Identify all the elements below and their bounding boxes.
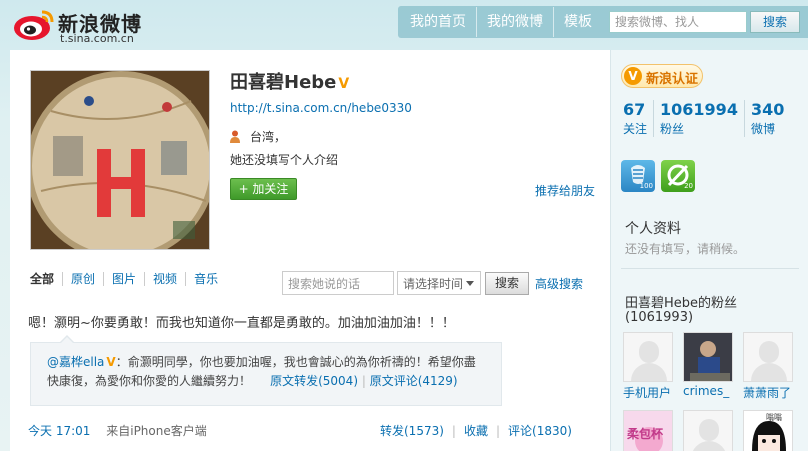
stat-posts-count: 340: [750, 100, 785, 119]
post-time-link[interactable]: 今天 17:01: [28, 424, 90, 438]
fan-item[interactable]: 柔包杯: [623, 410, 675, 451]
fan-name: 手机用户: [623, 386, 672, 400]
repost-link[interactable]: 转发(1573): [380, 424, 444, 438]
fan-avatar: [743, 332, 793, 382]
fan-name: 萧萧雨了: [743, 386, 792, 400]
sina-weibo-logo[interactable]: 新浪微博 t.sina.com.cn: [12, 6, 142, 46]
verified-icon: V: [624, 67, 642, 85]
verified-label: 新浪认证: [646, 72, 699, 87]
fan-avatar-sticker: 嗡嗡: [766, 413, 782, 422]
retweet-box: @嘉桦ella V：俞灏明同學，你也要加油喔，我也會誠心的為你祈禱的！希望你盡快康…: [30, 335, 502, 406]
post-source: 来自iPhone客户端: [106, 424, 207, 438]
personal-info-title: 个人资料: [625, 221, 681, 237]
profile-avatar: [30, 70, 210, 250]
feed-search-input[interactable]: 搜索她说的话: [282, 271, 394, 295]
recommend-to-friends-link[interactable]: 推荐给朋友: [535, 182, 595, 199]
advanced-search-link[interactable]: 高级搜索: [535, 275, 583, 292]
fan-avatar: 柔包杯: [623, 410, 673, 451]
fans-count: (1061993): [625, 310, 694, 325]
feed-filter-tabs: 全部 原创 图片 视频 音乐: [30, 272, 226, 286]
verified-icon: V: [338, 76, 350, 92]
favorite-link[interactable]: 收藏: [464, 424, 488, 438]
avatar-image: [31, 71, 209, 249]
profile-name: 田喜碧Hebe V: [230, 68, 349, 94]
medal-count: 100: [639, 182, 653, 190]
stat-posts[interactable]: 340 微博: [745, 100, 790, 137]
fan-item[interactable]: 嗡嗡: [743, 410, 795, 451]
tab-original[interactable]: 原创: [63, 272, 105, 286]
profile-location: 台湾，: [230, 128, 286, 145]
verified-icon: V: [106, 355, 116, 369]
time-select-value: 请选择时间: [403, 277, 464, 291]
site-url: t.sina.com.cn: [60, 32, 134, 45]
post-meta: 今天 17:01 来自iPhone客户端: [28, 422, 207, 439]
fan-avatar: [623, 332, 673, 382]
divider: [621, 268, 799, 269]
orig-comment-link[interactable]: 原文评论(4129): [370, 374, 458, 388]
nav-my-weibo[interactable]: 我的微博: [477, 7, 554, 37]
stat-followers[interactable]: 1061994 粉丝: [654, 100, 745, 137]
feed-search-button[interactable]: 搜索: [485, 272, 529, 295]
person-icon: [230, 130, 240, 143]
fan-name: crimes_: [683, 384, 730, 398]
time-select[interactable]: 请选择时间: [397, 271, 481, 295]
stat-posts-label: 微博: [750, 122, 775, 136]
tab-all[interactable]: 全部: [30, 272, 64, 286]
stat-followers-count: 1061994: [660, 100, 738, 119]
location-text: 台湾，: [250, 130, 287, 144]
weibo-eye-icon: [14, 10, 54, 40]
profile-bio: 她还没填写个人介绍: [230, 153, 339, 167]
stat-following-count: 67: [623, 100, 646, 119]
retweet-pointer-inner: [60, 337, 74, 344]
medal-100-icon[interactable]: 100: [621, 160, 655, 192]
main-panel: 田喜碧Hebe V http://t.sina.com.cn/hebe0330 台…: [10, 50, 610, 451]
nav-templates[interactable]: 模板: [554, 7, 602, 37]
separator: |: [451, 424, 456, 438]
global-search-input[interactable]: 搜索微博、找人: [609, 11, 747, 33]
tab-pictures[interactable]: 图片: [104, 272, 146, 286]
fan-avatar: [683, 410, 733, 451]
personal-info-text: 还没有填写，请稍候。: [625, 242, 746, 256]
fan-item[interactable]: [683, 410, 735, 451]
orig-repost-link[interactable]: 原文转发(5004): [270, 374, 358, 388]
follow-button[interactable]: + 加关注: [230, 178, 297, 200]
chevron-down-icon: [466, 281, 474, 286]
medal-20-icon[interactable]: 20: [661, 160, 695, 192]
profile-stats: 67 关注 1061994 粉丝 340 微博: [623, 100, 790, 137]
fan-item[interactable]: 萧萧雨了: [743, 332, 795, 401]
post-text: 嗯！灏明~你要勇敢！而我也知道你一直都是勇敢的。加油加油加油！！！: [28, 316, 455, 331]
retweet-user-link[interactable]: @嘉桦ella: [47, 355, 104, 369]
profile-name-text: 田喜碧Hebe: [230, 72, 337, 93]
tab-videos[interactable]: 视频: [145, 272, 187, 286]
main-nav: 我的首页 我的微博 模板: [400, 7, 602, 37]
separator: |: [361, 374, 366, 388]
fan-item[interactable]: 手机用户: [623, 332, 675, 401]
separator: |: [495, 424, 501, 438]
nav-my-home[interactable]: 我的首页: [400, 7, 477, 37]
fans-title[interactable]: 田喜碧Hebe的粉丝: [625, 292, 737, 311]
fan-avatar: 嗡嗡: [743, 410, 793, 451]
fan-avatar-sticker: 柔包杯: [627, 427, 664, 441]
sina-verified-badge[interactable]: V 新浪认证: [621, 64, 703, 88]
retweet-content: @嘉桦ella V：俞灏明同學，你也要加油喔，我也會誠心的為你祈禱的！希望你盡快康…: [47, 353, 487, 391]
post-actions: 转发(1573) | 收藏 | 评论(1830): [380, 422, 572, 439]
stat-following[interactable]: 67 关注: [623, 100, 655, 137]
header: 新浪微博 t.sina.com.cn 我的首页 我的微博 模板 搜索微博、找人 …: [0, 0, 808, 48]
global-search-button[interactable]: 搜索: [750, 11, 800, 33]
comment-link[interactable]: 评论(1830): [508, 424, 572, 438]
fan-avatar: [683, 332, 733, 382]
medal-list: 100 20: [621, 160, 701, 192]
stat-following-label: 关注: [623, 122, 648, 136]
stat-followers-label: 粉丝: [660, 122, 685, 136]
profile-url-link[interactable]: http://t.sina.com.cn/hebe0330: [230, 101, 412, 115]
sidebar: V 新浪认证 67 关注 1061994 粉丝 340 微博 100 20 个人…: [610, 50, 808, 451]
fan-item[interactable]: crimes_: [683, 332, 735, 398]
medal-count: 20: [684, 182, 693, 190]
tab-music[interactable]: 音乐: [186, 272, 226, 286]
